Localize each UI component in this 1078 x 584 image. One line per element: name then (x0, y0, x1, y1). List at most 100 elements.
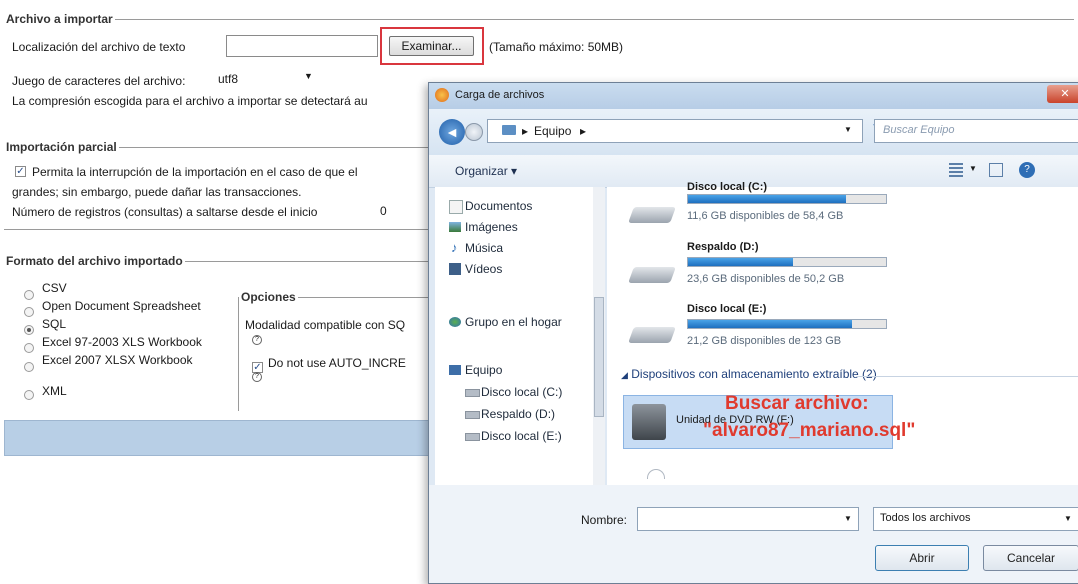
option-csv: CSV (42, 281, 67, 295)
preview-pane-icon[interactable] (989, 163, 1003, 177)
chevron-down-icon[interactable]: ▼ (844, 125, 852, 134)
help-icon[interactable]: ? (1019, 162, 1035, 178)
scrollbar-thumb[interactable] (594, 297, 604, 417)
back-arrow-icon[interactable]: ◄ (439, 119, 465, 145)
nav-videos[interactable]: Vídeos (449, 262, 502, 276)
annotation-line-2: "alvaro87_mariano.sql" (703, 420, 916, 441)
allow-interrupt-text-1: Permita la interrupción de la importació… (32, 165, 358, 179)
breadcrumb-equipo[interactable]: Equipo (534, 124, 571, 138)
max-size-label: (Tamaño máximo: 50MB) (489, 40, 624, 54)
option-xls: Excel 97-2003 XLS Workbook (42, 335, 202, 349)
drive-free: 21,2 GB disponibles de 123 GB (687, 335, 842, 347)
dialog-bottom: Nombre: ▼ Todos los archivos ▼ Abrir Can… (429, 485, 1078, 583)
drive-icon (465, 389, 480, 397)
help-icon[interactable]: ? (252, 335, 262, 345)
annotation-line-1: Buscar archivo: (725, 393, 869, 414)
breadcrumb-separator: ▸ (580, 124, 587, 138)
option-sql: SQL (42, 317, 67, 331)
breadcrumb-separator: ▸ (522, 124, 529, 138)
option-xml: XML (42, 384, 67, 398)
chevron-down-icon: ▼ (304, 71, 313, 81)
radio-sql[interactable] (24, 325, 34, 335)
filename-label: Nombre: (581, 513, 628, 527)
radio-xlsx[interactable] (24, 362, 34, 372)
music-icon: ♪ (451, 240, 458, 255)
chevron-down-icon[interactable]: ▼ (969, 164, 977, 173)
organize-menu[interactable]: Organizar ▾ (455, 164, 517, 178)
filename-input[interactable]: ▼ (637, 507, 859, 531)
nav-scrollbar[interactable] (593, 187, 605, 485)
nav-grupo-hogar[interactable]: Grupo en el hogar (449, 315, 562, 329)
opciones-fieldset: Opciones (238, 290, 429, 411)
removable-divider (857, 376, 1078, 377)
file-path-input[interactable] (226, 35, 378, 57)
allow-interrupt-checkbox[interactable]: ✓ (15, 166, 26, 177)
computer-icon (449, 365, 461, 375)
option-ods: Open Document Spreadsheet (42, 299, 201, 313)
drive-usage-fill (688, 258, 793, 266)
radio-xml[interactable] (24, 390, 34, 400)
drive-icon (465, 411, 480, 419)
nav-musica[interactable]: ♪ Música (451, 240, 503, 255)
collapse-icon[interactable]: ◢ (621, 370, 628, 380)
forward-arrow-icon[interactable] (465, 123, 483, 141)
charset-label: Juego de caracteres del archivo: (12, 74, 186, 88)
skip-value: 0 (380, 204, 387, 218)
allow-interrupt-text-2: grandes; sin embargo, puede dañar las tr… (12, 185, 302, 199)
close-icon[interactable]: ✕ (1047, 85, 1078, 103)
hard-drive-icon (628, 267, 676, 283)
parcial-legend: Importación parcial (6, 140, 117, 154)
opciones-legend: Opciones (241, 290, 296, 304)
dvd-drive-icon (632, 404, 666, 440)
nav-documentos[interactable]: Documentos (449, 199, 532, 214)
content-pane: Disco local (C:) 11,6 GB disponibles de … (607, 181, 1078, 485)
location-label: Localización del archivo de texto (12, 40, 186, 54)
dvd-drive-2-icon (647, 469, 665, 479)
browser-icon (435, 88, 449, 102)
dialog-navbar: ◄ ▸ Equipo ▸ ▼ ↻ Buscar Equipo (429, 109, 1078, 155)
skip-label: Número de registros (consultas) a saltar… (12, 205, 318, 219)
cancel-button[interactable]: Cancelar (983, 545, 1078, 571)
radio-ods[interactable] (24, 307, 34, 317)
nav-equipo[interactable]: Equipo (449, 363, 502, 377)
pictures-icon (449, 222, 461, 232)
nav-disco-e[interactable]: Disco local (E:) (465, 429, 562, 443)
charset-select[interactable]: utf8 ▼ (216, 70, 318, 89)
chevron-down-icon: ▼ (844, 514, 852, 523)
radio-xls[interactable] (24, 343, 34, 353)
dialog-titlebar: Carga de archivos ✕ (429, 83, 1078, 109)
homegroup-icon (449, 317, 461, 327)
nav-respaldo-d[interactable]: Respaldo (D:) (465, 407, 555, 421)
filetype-value: Todos los archivos (880, 512, 971, 524)
file-dialog: Carga de archivos ✕ ◄ ▸ Equipo ▸ ▼ ↻ Bus… (428, 82, 1078, 584)
archivo-legend: Archivo a importar (6, 12, 113, 26)
drive-icon (465, 433, 480, 441)
radio-csv[interactable] (24, 290, 34, 300)
nav-disco-c[interactable]: Disco local (C:) (465, 385, 562, 399)
help-icon[interactable]: ? (252, 372, 262, 382)
browse-button[interactable]: Examinar... (389, 36, 474, 56)
drive-name[interactable]: Disco local (C:) (687, 181, 767, 193)
skip-input[interactable]: 0 (376, 201, 426, 221)
removable-group-header[interactable]: ◢ Dispositivos con almacenamiento extraí… (621, 367, 877, 381)
search-box[interactable]: Buscar Equipo (874, 119, 1078, 143)
open-button[interactable]: Abrir (875, 545, 969, 571)
no-auto-increment-label: Do not use AUTO_INCRE (268, 356, 406, 370)
nav-imagenes[interactable]: Imágenes (449, 220, 518, 234)
navigation-pane: Documentos Imágenes ♪ Música Vídeos Grup… (435, 187, 605, 485)
documents-icon (449, 200, 463, 214)
drive-name[interactable]: Respaldo (D:) (687, 241, 759, 253)
charset-value: utf8 (218, 72, 239, 86)
address-bar[interactable]: ▸ Equipo ▸ ▼ (487, 119, 863, 143)
search-placeholder: Buscar Equipo (883, 124, 955, 136)
drive-usage-fill (688, 195, 847, 203)
drive-usage-bar (687, 257, 887, 267)
dialog-title: Carga de archivos (455, 89, 545, 101)
drive-usage-fill (688, 320, 853, 328)
filetype-select[interactable]: Todos los archivos ▼ (873, 507, 1078, 531)
hard-drive-icon (628, 207, 676, 223)
view-icon[interactable] (949, 163, 963, 177)
drive-free: 11,6 GB disponibles de 58,4 GB (687, 210, 844, 222)
hard-drive-icon (628, 327, 676, 343)
drive-name[interactable]: Disco local (E:) (687, 303, 766, 315)
